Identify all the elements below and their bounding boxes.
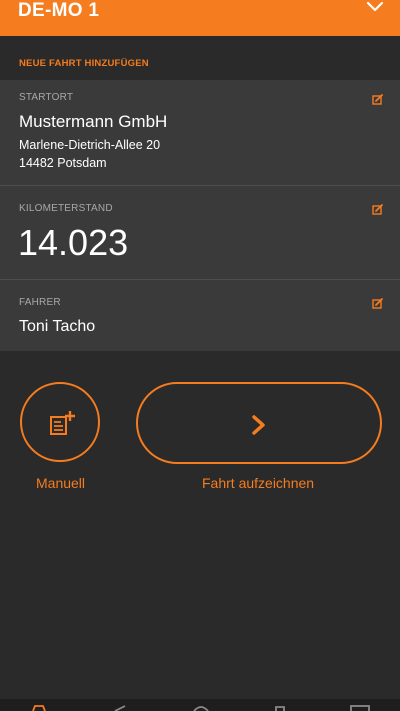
edit-icon[interactable] <box>372 94 383 105</box>
section-title: NEUE FAHRT HINZUFÜGEN <box>19 58 149 69</box>
vehicle-title[interactable]: DE-MO 1 <box>18 0 99 22</box>
start-company: Mustermann GmbH <box>19 112 168 131</box>
chevron-right-icon <box>252 415 265 435</box>
car-icon[interactable] <box>31 705 47 711</box>
chevron-down-icon[interactable] <box>366 0 384 14</box>
settings-icon[interactable] <box>274 705 286 711</box>
dashboard-icon[interactable] <box>192 705 210 711</box>
driver-name: Toni Tacho <box>19 318 96 335</box>
start-city: 14482 Potsdam <box>19 156 107 170</box>
mileage-value: 14.023 <box>18 222 129 263</box>
start-location-card[interactable]: STARTORT Mustermann GmbH Marlene-Dietric… <box>0 80 400 185</box>
start-street: Marlene-Dietrich-Allee 20 <box>19 138 161 152</box>
start-location-label: STARTORT <box>19 92 74 103</box>
app-header: DE-MO 1 <box>0 0 400 36</box>
driver-card[interactable]: FAHRER Toni Tacho <box>0 280 400 351</box>
mileage-label: KILOMETERSTAND <box>19 203 113 214</box>
edit-icon[interactable] <box>372 298 383 309</box>
list-icon[interactable] <box>350 705 370 711</box>
manual-entry-button[interactable] <box>20 382 100 462</box>
edit-icon[interactable] <box>372 204 383 215</box>
record-trip-label[interactable]: Fahrt aufzeichnen <box>202 475 314 491</box>
navigation-icon[interactable] <box>114 705 126 711</box>
record-trip-button[interactable] <box>136 382 382 464</box>
add-document-icon <box>50 411 75 435</box>
manual-label[interactable]: Manuell <box>36 475 85 491</box>
driver-label: FAHRER <box>19 297 61 308</box>
